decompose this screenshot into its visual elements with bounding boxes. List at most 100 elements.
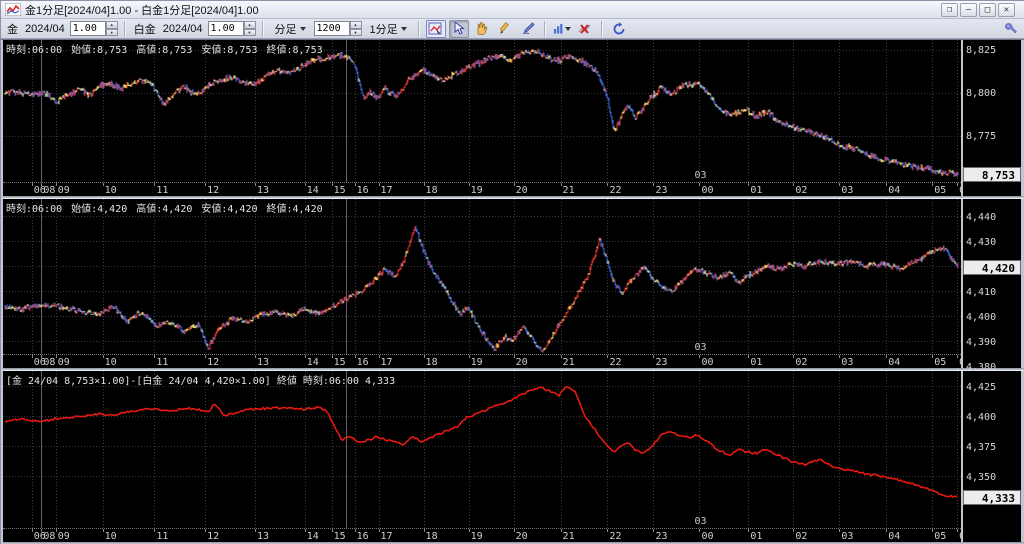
hour-label: 05 [934, 357, 946, 368]
spin-down-icon[interactable]: ▼ [244, 29, 256, 37]
time-tick [379, 355, 380, 358]
refresh-button[interactable] [609, 20, 629, 38]
gold-ratio-input[interactable]: 1.00 [70, 21, 106, 36]
maximize-button[interactable]: □ [979, 3, 996, 17]
gold-ratio-spin-buttons[interactable]: ▲▼ [106, 21, 118, 36]
app-window: 金1分足[2024/04]1.00 - 白金1分足[2024/04]1.00 ❐… [0, 0, 1024, 544]
gold-ratio-spinner: 1.00 ▲▼ [70, 21, 118, 36]
current-price-box: 8,753 [963, 167, 1021, 182]
platinum-ratio-spin-buttons[interactable]: ▲▼ [244, 21, 256, 36]
hour-label: 12 [207, 185, 219, 196]
minimize-button[interactable]: — [960, 3, 977, 17]
price-plot-spread-gold-minus-platinum[interactable]: [金 24/04 8,753×1.00]-[白金 24/04 4,420×1.0… [3, 371, 961, 528]
time-tick [255, 355, 256, 358]
bar-count-spin-buttons[interactable]: ▲▼ [350, 21, 362, 36]
chart-area: 時刻:06:00始値:8,753高値:8,753安値:8,753終値:8,753… [1, 39, 1024, 544]
delete-drawings-button[interactable] [575, 20, 595, 38]
spin-up-icon[interactable]: ▲ [106, 21, 118, 29]
app-icon [5, 3, 21, 16]
spin-up-icon[interactable]: ▲ [244, 21, 256, 29]
pencil-draw-button[interactable] [495, 20, 515, 38]
bar-interval-dropdown[interactable]: 1分足 [365, 19, 412, 39]
hour-label: 03 [841, 531, 853, 542]
pen-icon [521, 22, 535, 35]
close-button[interactable]: ✕ [998, 3, 1015, 17]
hour-label: 02 [795, 531, 807, 542]
time-tick [41, 183, 42, 186]
chevron-down-icon [565, 27, 571, 31]
time-tick [332, 355, 333, 358]
spin-up-icon[interactable]: ▲ [350, 21, 362, 29]
time-tick [932, 183, 933, 186]
time-tick [41, 529, 42, 532]
hour-label: 14 [307, 531, 319, 542]
hour-label: 00 [701, 185, 713, 196]
time-tick [424, 183, 425, 186]
bar-type-dropdown[interactable]: 分足 [270, 19, 311, 39]
header-token: 高値:4,420 [136, 200, 192, 215]
cascade-window-button[interactable]: ❐ [941, 3, 958, 17]
hour-label: 21 [563, 357, 575, 368]
time-tick [32, 183, 33, 186]
price-plot-gold-1min[interactable]: 時刻:06:00始値:8,753高値:8,753安値:8,753終値:8,753… [3, 40, 961, 182]
time-tick [957, 355, 958, 358]
plot-canvas-spread-gold-minus-platinum [3, 371, 961, 528]
time-tick [255, 529, 256, 532]
hour-label: 22 [609, 357, 621, 368]
header-token: 始値:8,753 [71, 41, 127, 56]
pencil-icon [498, 22, 511, 35]
time-tick [793, 183, 794, 186]
pan-tool-button[interactable] [472, 20, 492, 38]
date-label: 03 [694, 342, 706, 353]
hour-label: 10 [105, 357, 117, 368]
time-tick [56, 183, 57, 186]
hour-label: 03 [841, 357, 853, 368]
time-tick [561, 183, 562, 186]
time-tick [561, 355, 562, 358]
ohlc-header-platinum-1min: 時刻:06:00始値:4,420高値:4,420安値:4,420終値:4,420 [6, 200, 323, 215]
platinum-ratio-spinner: 1.00 ▲▼ [208, 21, 256, 36]
hour-label: 00 [701, 357, 713, 368]
spin-down-icon[interactable]: ▼ [106, 29, 118, 37]
pen-draw-button[interactable] [518, 20, 538, 38]
price-plot-platinum-1min[interactable]: 時刻:06:00始値:4,420高値:4,420安値:4,420終値:4,420… [3, 199, 961, 354]
bar-count-input[interactable]: 1200 [314, 21, 350, 36]
settings-wrench-button[interactable] [1001, 20, 1021, 38]
time-tick [205, 183, 206, 186]
time-tick [305, 183, 306, 186]
time-tick [839, 529, 840, 532]
time-tick [748, 183, 749, 186]
time-tick [379, 183, 380, 186]
time-tick [424, 355, 425, 358]
hour-label: 10 [105, 185, 117, 196]
hour-label: 20 [516, 531, 528, 542]
hour-label: 18 [426, 531, 438, 542]
header-token: 始値:4,420 [71, 200, 127, 215]
time-tick [355, 529, 356, 532]
hour-label: 14 [307, 185, 319, 196]
price-label: 8,800 [966, 88, 996, 99]
indicator-menu-button[interactable] [552, 20, 572, 38]
time-tick [653, 355, 654, 358]
platinum-ratio-input[interactable]: 1.00 [208, 21, 244, 36]
hour-label: 03 [841, 185, 853, 196]
spin-down-icon[interactable]: ▼ [350, 29, 362, 37]
plot-canvas-platinum-1min [3, 199, 961, 354]
chart-settings-button[interactable] [426, 20, 446, 38]
time-tick [103, 355, 104, 358]
hour-label: 23 [655, 531, 667, 542]
hour-label: 18 [426, 185, 438, 196]
hour-label: 00 [701, 531, 713, 542]
price-axis-platinum-1min: 4,4404,4304,4104,4004,3904,3804,420 [963, 199, 1021, 368]
gold-contract-month: 2024/04 [23, 23, 67, 35]
hour-label: 14 [307, 357, 319, 368]
time-tick [699, 529, 700, 532]
header-token: 高値:8,753 [136, 41, 192, 56]
time-tick [103, 183, 104, 186]
hour-label: 01 [750, 185, 762, 196]
hour-label: 16 [357, 185, 369, 196]
time-tick [748, 355, 749, 358]
current-price-box: 4,333 [963, 490, 1021, 505]
select-cursor-button[interactable] [449, 20, 469, 38]
time-tick [469, 355, 470, 358]
